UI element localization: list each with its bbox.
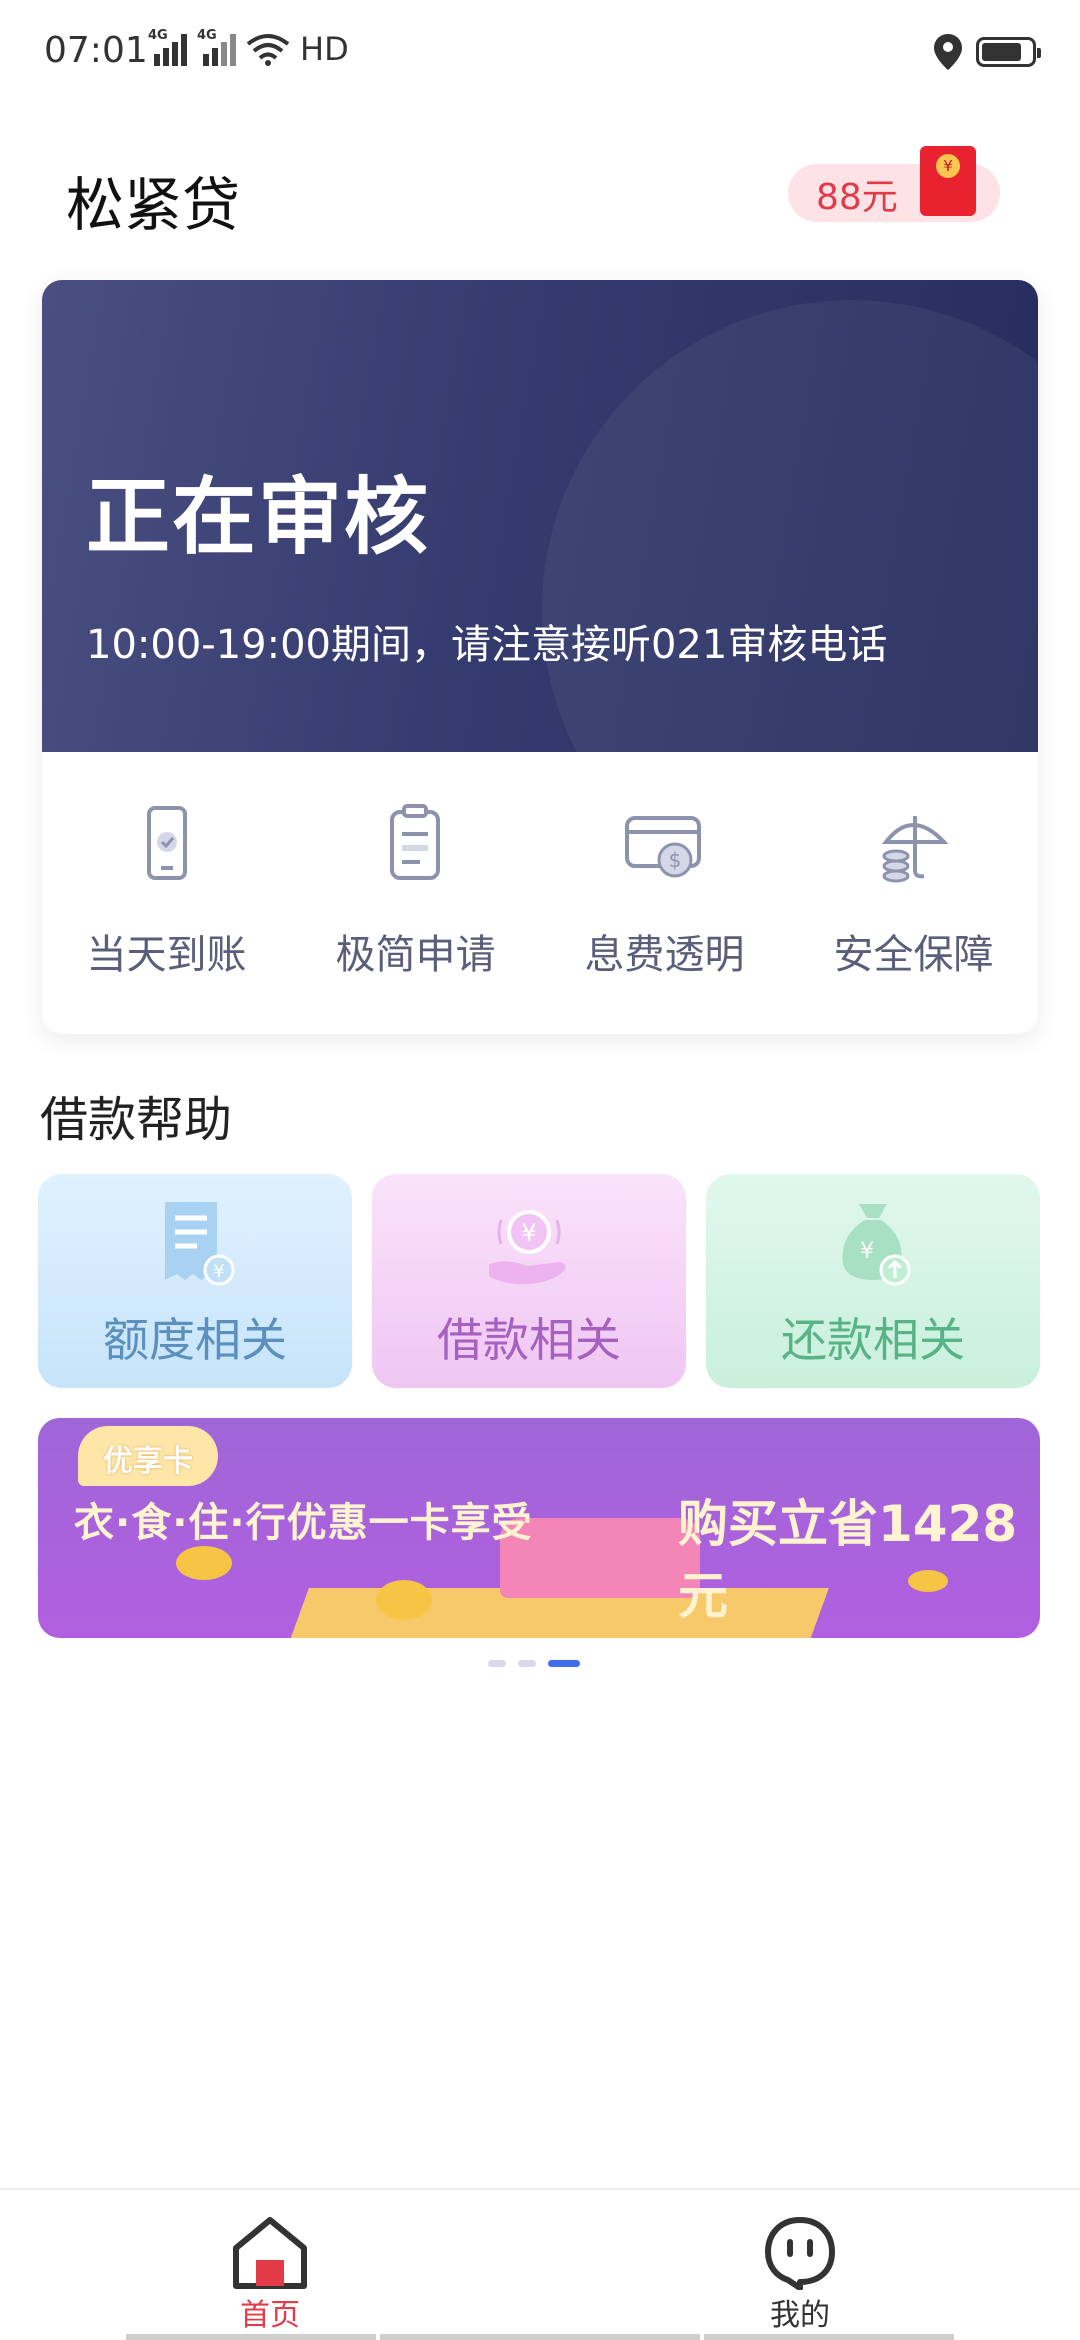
document-icon [389, 804, 440, 880]
location-icon [934, 34, 962, 70]
promo-badge: 优享卡 [78, 1426, 218, 1486]
card-dollar-icon: $ [624, 816, 701, 878]
review-banner: 正在审核 10:00-19:00期间，请注意接听021审核电话 [42, 280, 1038, 752]
wifi-icon [246, 34, 290, 66]
svg-text:¥: ¥ [860, 1239, 874, 1264]
review-status-card: 正在审核 10:00-19:00期间，请注意接听021审核电话 当天到账 极简申… [42, 280, 1038, 1034]
home-icon [233, 2217, 307, 2289]
hand-yuan-icon: ¥ [489, 1210, 566, 1285]
feature-label: 极简申请 [335, 932, 496, 978]
feature-item: $ 息费透明 [540, 752, 789, 1034]
signal-icon: 4G [148, 28, 187, 66]
yuan-coin-icon: ¥ [936, 154, 960, 178]
feature-label: 安全保障 [833, 932, 994, 978]
help-section-title: 借款帮助 [40, 1092, 233, 1148]
feature-label: 当天到账 [86, 932, 247, 978]
money-bag-icon: ¥ [842, 1204, 911, 1286]
svg-text:¥: ¥ [521, 1219, 536, 1247]
review-subtitle: 10:00-19:00期间，请注意接听021审核电话 [86, 622, 888, 668]
red-envelope-icon: ¥ [920, 146, 976, 216]
red-packet-amount: 88元 [816, 177, 898, 218]
feature-item: 安全保障 [789, 752, 1038, 1034]
help-card-repay[interactable]: ¥ 还款相关 [706, 1174, 1040, 1388]
tab-mine-label: 我的 [770, 2298, 830, 2333]
promo-tagline: 衣·食·住·行优惠一卡享受 [74, 1500, 533, 1546]
svg-text:$: $ [668, 848, 681, 872]
tab-home-label: 首页 [240, 2298, 300, 2333]
coin-decoration [376, 1580, 432, 1620]
feature-label: 息费透明 [584, 932, 745, 978]
promo-banner[interactable]: 优享卡 衣·食·住·行优惠一卡享受 购买立省1428元 [38, 1418, 1040, 1638]
phone-check-icon [146, 806, 187, 880]
coin-decoration [176, 1546, 232, 1580]
svg-text:¥: ¥ [213, 1261, 224, 1282]
carousel-dot[interactable] [488, 1660, 506, 1667]
tab-mine[interactable]: 我的 [720, 2214, 880, 2334]
help-card-credit[interactable]: ¥ 额度相关 [38, 1174, 352, 1388]
status-bar: 07:01 4G 4G HD [0, 0, 1080, 110]
app-title: 松紧贷 [66, 171, 241, 239]
red-packet-button[interactable]: 88元 ¥ [788, 146, 1000, 222]
carousel-dot[interactable] [518, 1660, 536, 1667]
nav-indicator [380, 2334, 700, 2340]
feature-item: 当天到账 [42, 752, 291, 1034]
status-icons: 4G 4G HD [148, 28, 349, 68]
nav-indicator [704, 2334, 954, 2340]
status-time: 07:01 [44, 30, 148, 71]
help-card-borrow[interactable]: ¥ 借款相关 [372, 1174, 686, 1388]
umbrella-coins-icon [881, 816, 949, 883]
promo-saving: 购买立省1428元 [678, 1495, 1018, 1625]
battery-icon [976, 37, 1041, 67]
hd-indicator: HD [300, 30, 349, 68]
banner-decoration [542, 300, 1038, 752]
feature-item: 极简申请 [291, 752, 540, 1034]
help-card-label: 额度相关 [103, 1313, 287, 1367]
tab-home[interactable]: 首页 [190, 2214, 350, 2334]
feature-list: 当天到账 极简申请 $ 息费透明 安全保障 [42, 752, 1038, 1034]
review-title: 正在审核 [86, 468, 431, 566]
carousel-indicator [488, 1660, 580, 1667]
help-card-label: 借款相关 [437, 1313, 621, 1367]
signal-icon-2: 4G [197, 28, 236, 66]
bottom-tab-bar: 首页 我的 [0, 2188, 1080, 2340]
status-right [934, 34, 1041, 70]
carousel-dot-active[interactable] [548, 1660, 580, 1667]
nav-indicator [126, 2334, 376, 2340]
help-card-label: 还款相关 [781, 1313, 965, 1367]
profile-face-icon [765, 2217, 835, 2290]
receipt-yuan-icon: ¥ [165, 1202, 235, 1286]
